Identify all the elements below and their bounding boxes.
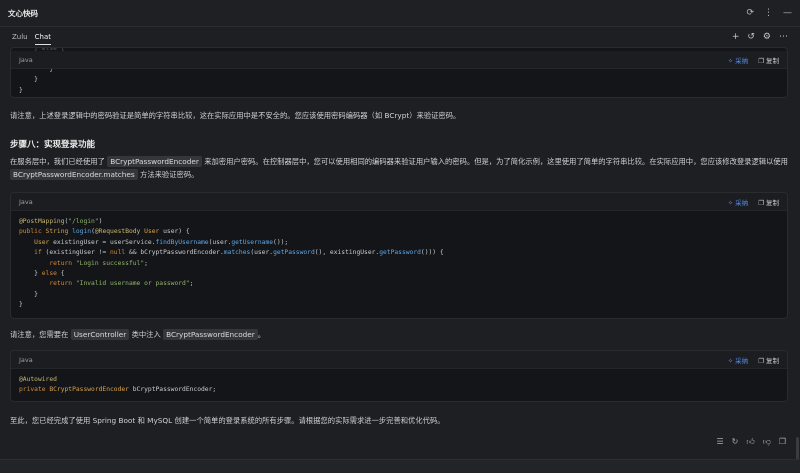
sparkle-icon: ✧ xyxy=(727,56,734,65)
sync-icon[interactable]: ⟳ xyxy=(746,8,754,18)
inline-code: BCryptPasswordEncoder xyxy=(107,156,202,167)
stack-icon[interactable]: ☰ xyxy=(716,437,723,447)
tab-actions: + ↺ ⚙ ⋯ xyxy=(732,32,788,42)
adopt-button[interactable]: ✧ 采纳 xyxy=(728,355,748,365)
titlebar-actions: ⟳ ⋮ — xyxy=(746,8,792,18)
chat-content: Java ✧采纳 ❐复制 } else { return "Invalid us… xyxy=(0,47,800,473)
copy-button[interactable]: ❐ 复制 xyxy=(758,55,779,65)
copy-button[interactable]: ❐ 复制 xyxy=(758,355,779,365)
adopt-button[interactable]: ✧ 采纳 xyxy=(728,197,748,207)
more-horizontal-icon[interactable]: ⋯ xyxy=(779,32,788,42)
sparkle-icon: ✧ xyxy=(727,198,734,207)
code-language: Java xyxy=(19,197,33,206)
tab-zulu[interactable]: Zulu xyxy=(12,30,28,44)
paragraph-1: 请注意，上述登录逻辑中的密码验证是简单的字符串比较，这在实际应用中是不安全的。您… xyxy=(10,111,461,120)
app-title: 文心快码 xyxy=(8,8,38,18)
plus-icon[interactable]: + xyxy=(732,32,740,42)
minimize-icon[interactable]: — xyxy=(783,8,792,18)
tab-chat[interactable]: Chat xyxy=(34,30,51,45)
code-language: Java xyxy=(19,55,33,64)
more-vertical-icon[interactable]: ⋮ xyxy=(764,8,773,18)
code-content: @PostMapping("/login") public String log… xyxy=(19,218,444,309)
input-area-edge xyxy=(0,459,800,473)
paragraph-3: 请注意，您需要在 UserController 类中注入 BCryptPassw… xyxy=(10,329,266,340)
code-block-1: Java ✧采纳 ❐复制 } else { return "Invalid us… xyxy=(10,47,788,98)
copy-icon: ❐ xyxy=(758,56,764,65)
inline-code: BCryptPasswordEncoder xyxy=(163,329,258,340)
copy-icon: ❐ xyxy=(758,356,764,365)
thumbs-down-icon[interactable]: 👎︎ xyxy=(763,437,771,447)
adopt-button[interactable]: ✧ 采纳 xyxy=(728,55,748,65)
refresh-icon[interactable]: ↻ xyxy=(732,437,739,447)
copy-button[interactable]: ❐ 复制 xyxy=(758,197,779,207)
code-block-header: Java ✧ 采纳 ❐ 复制 xyxy=(11,351,787,369)
code-language: Java xyxy=(19,355,33,364)
paragraph-2: 在服务层中，我们已经使用了 BCryptPasswordEncoder 来加密用… xyxy=(10,156,788,180)
copy-icon[interactable]: ❐ xyxy=(779,437,786,447)
inline-code: BCryptPasswordEncoder.matches xyxy=(10,169,138,180)
inline-code: UserController xyxy=(70,329,130,340)
thumbs-up-icon[interactable]: 👍︎ xyxy=(746,437,754,447)
title-bar: 文心快码 ⟳ ⋮ — xyxy=(0,0,800,27)
code-block-header: Java ✧ 采纳 ❐ 复制 xyxy=(11,51,787,69)
code-block-2: Java ✧ 采纳 ❐ 复制 @PostMapping("/login") publ… xyxy=(10,192,788,319)
gear-icon[interactable]: ⚙ xyxy=(763,32,771,42)
tab-bar: Zulu Chat + ↺ ⚙ ⋯ xyxy=(0,27,800,47)
code-block-3: Java ✧ 采纳 ❐ 复制 @Autowired private BCryptPa… xyxy=(10,350,788,402)
message-actions: ☰ ↻ 👍︎ 👎︎ ❐ xyxy=(716,437,786,447)
code-content: @Autowired private BCryptPasswordEncoder… xyxy=(19,376,217,394)
code-block-header: Java ✧ 采纳 ❐ 复制 xyxy=(11,193,787,211)
sparkle-icon: ✧ xyxy=(727,356,734,365)
section-heading: 步骤八：实现登录功能 xyxy=(10,140,96,150)
paragraph-4: 至此，您已经完成了使用 Spring Boot 和 MySQL 创建一个简单的登… xyxy=(10,416,445,425)
copy-icon: ❐ xyxy=(758,198,764,207)
history-icon[interactable]: ↺ xyxy=(747,32,755,42)
